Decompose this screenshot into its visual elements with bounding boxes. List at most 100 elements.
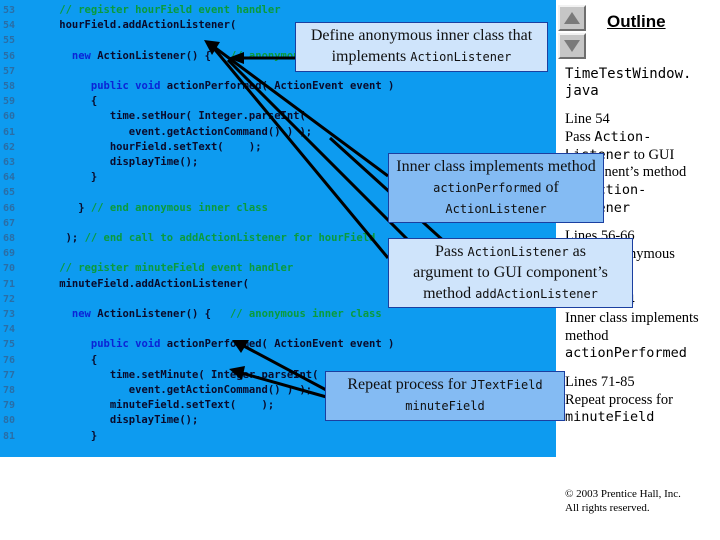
code-line: 62 hourField.setText( ); — [0, 140, 551, 155]
code-text: // register minuteField event handler — [59, 261, 293, 276]
outline-code-text: actionPerformed — [565, 345, 687, 362]
line-number: 64 — [3, 172, 16, 184]
outline-block-line: inner class — [565, 264, 717, 282]
outline-block-heading: Lines 71-85 — [565, 374, 635, 391]
code-line: 81} — [0, 429, 551, 444]
outline-blocks: Line 54 Pass Action- Listener to GUI compon… — [565, 111, 717, 427]
code-line: 60 time.setHour( Integer.parseInt( — [0, 109, 551, 124]
outline-body: TimeTestWindow. java Line 54 Pass Action-… — [565, 66, 717, 438]
code-line: 58 public void actionPerformed( ActionEve… — [0, 79, 551, 94]
outline-prose-text: component’s method — [565, 164, 687, 181]
code-text: } — [91, 429, 97, 444]
code-token-plain: ActionListener() { — [97, 49, 230, 62]
outline-block-heading: Line 54 — [565, 111, 610, 128]
callout-prose-text: implements — [331, 47, 411, 65]
line-number: 65 — [3, 187, 16, 199]
line-number: 78 — [3, 385, 16, 396]
code-line: 77 time.setMinute( Integer.parseInt( — [0, 368, 551, 383]
code-listing-panel: 53 // register hourField event handler 54 h… — [0, 0, 551, 457]
code-line: 71 minuteField.addActionListener( — [0, 277, 551, 292]
code-line: 67 — [0, 216, 551, 231]
code-token-plain: event.getActionCommand() ) ); — [128, 384, 313, 396]
line-number: 55 — [3, 35, 16, 47]
code-line: 63 displayTime(); — [0, 155, 551, 170]
line-number: 70 — [3, 263, 16, 275]
code-text: hourField.setText( ); — [110, 140, 262, 155]
code-token-plain: ); — [65, 232, 85, 244]
code-text: hourField.addActionListener( — [59, 18, 236, 33]
callout-line: Define anonymous inner class that — [301, 26, 542, 47]
copyright-line1: © 2003 Prentice Hall, Inc. — [565, 488, 681, 500]
line-number: 72 — [3, 293, 16, 305]
line-number: 60 — [3, 111, 16, 123]
code-line: 66} // end anonymous inner class — [0, 201, 551, 216]
code-token-comment: // register minuteField event handler — [59, 262, 294, 275]
line-number: 79 — [3, 400, 16, 412]
line-number: 77 — [3, 369, 16, 381]
line-number: 63 — [3, 157, 16, 168]
outline-block: Line 54 Pass Action- Listener to GUI compon… — [565, 111, 717, 217]
line-number: 80 — [3, 415, 16, 427]
scroll-up-button[interactable] — [558, 5, 586, 31]
copyright-notice: © 2003 Prentice Hall, Inc. All rights re… — [565, 487, 681, 516]
outline-code-text: addAction- — [565, 181, 647, 198]
outline-block-line: Listener to GUI — [565, 147, 717, 165]
code-line: 74 — [0, 322, 551, 337]
code-line: 76 { — [0, 353, 551, 368]
triangle-up-icon — [564, 12, 580, 24]
code-text: time.setHour( Integer.parseInt( — [110, 109, 306, 124]
outline-block-line: Pass Action- — [565, 129, 717, 147]
code-token-kw: new — [71, 49, 98, 62]
scroll-down-button[interactable] — [558, 33, 586, 59]
outline-code-text: minuteField — [565, 409, 655, 426]
callout-prose-text: Define anonymous inner class that — [310, 27, 533, 44]
line-number: 75 — [3, 339, 16, 351]
code-line: 80 displayTime(); — [0, 413, 551, 428]
code-line: 68); // end call to addActionListener fo… — [0, 231, 551, 246]
code-token-plain: displayTime(); — [109, 156, 199, 168]
line-number: 57 — [3, 65, 16, 77]
code-line: 65 — [0, 185, 551, 200]
code-token-plain: actionPerformed( ActionEvent event ) — [166, 80, 395, 92]
code-line: 70 // register minuteField event handler — [0, 261, 551, 276]
code-token-plain: hourField.addActionListener( — [59, 19, 237, 32]
code-line: 61 event.getActionCommand() ) ); — [0, 125, 551, 140]
code-text: minuteField.addActionListener( — [59, 277, 249, 292]
line-number: 67 — [3, 217, 16, 229]
callout-code-text: ActionListener — [410, 49, 512, 64]
line-number: 73 — [3, 309, 16, 320]
code-text: displayTime(); — [110, 155, 199, 170]
code-line: 79 minuteField.setText( ); — [0, 398, 551, 413]
code-text: } — [91, 170, 97, 185]
code-line: 69 — [0, 246, 551, 261]
outline-prose-text: Inner class implements — [565, 310, 699, 327]
code-text: event.getActionCommand() ) ); — [129, 125, 312, 140]
code-line: 78 event.getActionCommand() ) ); — [0, 383, 551, 398]
code-token-kw: public void — [90, 80, 167, 92]
code-token-comment: // anonymous inner class — [229, 308, 382, 320]
outline-block-line: Define anonymous — [565, 246, 717, 264]
code-text: { — [91, 94, 97, 109]
outline-panel: Outline TimeTestWindow. java Line 54 Pass… — [551, 0, 720, 540]
code-token-plain: time.setMinute( Integer.parseInt( — [109, 368, 319, 381]
code-text: public void actionPerformed( ActionEvent… — [91, 79, 394, 94]
code-token-plain: hourField.setText( ); — [109, 140, 262, 153]
code-text: minuteField.setText( ); — [110, 398, 274, 413]
line-number: 76 — [3, 354, 16, 366]
outline-block-line: Listener — [565, 200, 717, 218]
line-number: 68 — [3, 233, 16, 244]
outline-prose-text: Define anonymous — [565, 245, 675, 262]
code-token-kw: public void — [90, 338, 167, 351]
outline-code-text: Listener — [565, 146, 631, 163]
outline-block-heading: Lines 58-64 — [565, 292, 635, 309]
code-token-plain: ActionListener() { — [97, 308, 230, 320]
outline-block-line: Inner class implements — [565, 310, 717, 328]
outline-file-name-line2: java — [565, 83, 599, 100]
outline-prose-text: method — [565, 327, 609, 344]
outline-code-text: Listener — [565, 199, 631, 216]
line-number: 74 — [3, 324, 16, 336]
callout-line: implements ActionListener — [301, 47, 542, 68]
code-line: 72 — [0, 292, 551, 307]
code-token-plain: actionPerformed( ActionEvent event ) — [166, 338, 395, 351]
outline-block-line: actionPerformed — [565, 345, 717, 363]
